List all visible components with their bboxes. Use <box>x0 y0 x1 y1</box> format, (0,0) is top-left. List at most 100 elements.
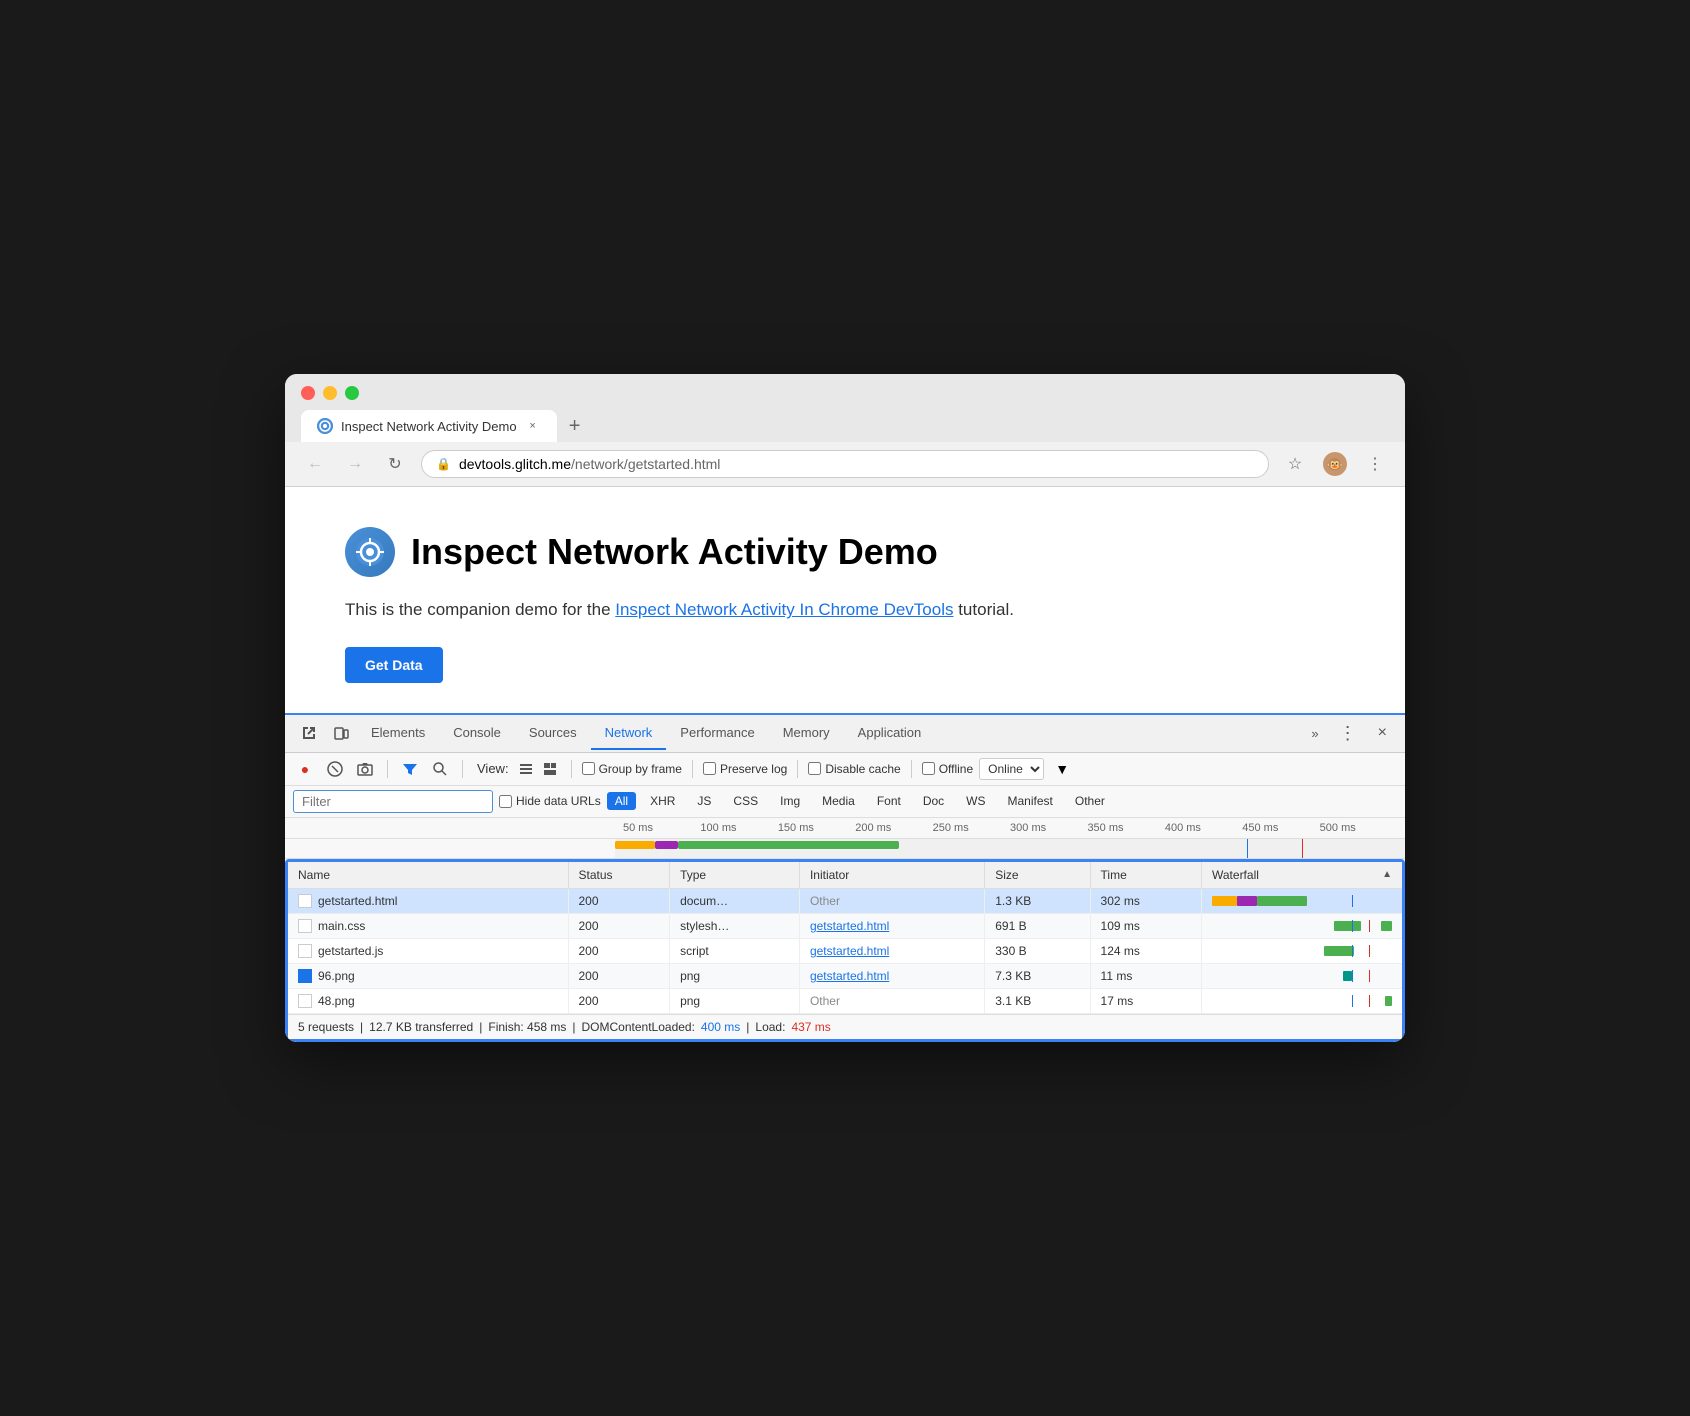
file-icon <box>298 994 312 1008</box>
tab-console[interactable]: Console <box>439 717 515 750</box>
profile-button[interactable]: 🐵 <box>1321 450 1349 478</box>
offline-input[interactable] <box>922 762 935 775</box>
file-icon <box>298 919 312 933</box>
screenshot-button[interactable] <box>353 757 377 781</box>
view-label: View: <box>477 761 509 776</box>
tab-application[interactable]: Application <box>844 717 936 750</box>
reload-button[interactable]: ↻ <box>381 450 409 478</box>
row-name-cell: 96.png <box>288 963 568 988</box>
devtools-menu-button[interactable]: ⋮ <box>1329 715 1368 752</box>
lock-icon: 🔒 <box>436 457 451 471</box>
tab-elements[interactable]: Elements <box>357 717 439 750</box>
toolbar-divider-2 <box>462 760 463 778</box>
url-path: /network/getstarted.html <box>571 456 720 472</box>
preserve-log-input[interactable] <box>703 762 716 775</box>
network-requests-panel: Name Status Type Initiator Size <box>285 859 1405 1042</box>
row-name-cell: main.css <box>288 913 568 938</box>
row-status-cell: 200 <box>568 938 670 963</box>
initiator-link[interactable]: getstarted.html <box>810 969 889 983</box>
filter-type-all[interactable]: All <box>607 792 636 810</box>
preserve-log-checkbox[interactable]: Preserve log <box>703 762 787 776</box>
disable-cache-input[interactable] <box>808 762 821 775</box>
filter-type-manifest[interactable]: Manifest <box>1000 792 1061 810</box>
filter-toggle-button[interactable] <box>398 757 422 781</box>
devtools-link[interactable]: Inspect Network Activity In Chrome DevTo… <box>615 600 953 619</box>
initiator-link[interactable]: getstarted.html <box>810 919 889 933</box>
table-row[interactable]: main.css 200 stylesh… getstarted.html 69… <box>288 913 1402 938</box>
title-bar: Inspect Network Activity Demo × + <box>285 374 1405 442</box>
tab-memory[interactable]: Memory <box>769 717 844 750</box>
col-header-initiator: Initiator <box>799 862 984 889</box>
new-tab-button[interactable]: + <box>561 412 589 440</box>
tree-view-button[interactable] <box>539 758 561 780</box>
throttle-dropdown-icon[interactable]: ▼ <box>1050 757 1074 781</box>
table-row[interactable]: 96.png 200 png getstarted.html 7.3 KB 11… <box>288 963 1402 988</box>
url-domain: devtools.glitch.me <box>459 456 571 472</box>
table-row[interactable]: getstarted.js 200 script getstarted.html… <box>288 938 1402 963</box>
filter-type-media[interactable]: Media <box>814 792 863 810</box>
col-header-size: Size <box>985 862 1090 889</box>
active-tab[interactable]: Inspect Network Activity Demo × <box>301 410 557 442</box>
filter-type-xhr[interactable]: XHR <box>642 792 683 810</box>
row-name-cell: getstarted.js <box>288 938 568 963</box>
filter-type-doc[interactable]: Doc <box>915 792 952 810</box>
row-initiator-cell: getstarted.html <box>799 963 984 988</box>
tab-favicon <box>317 418 333 434</box>
row-size-cell: 691 B <box>985 913 1090 938</box>
separator-4: | <box>746 1020 749 1034</box>
url-bar[interactable]: 🔒 devtools.glitch.me/network/getstarted.… <box>421 450 1269 478</box>
clear-button[interactable] <box>323 757 347 781</box>
toolbar-divider-1 <box>387 760 388 778</box>
list-view-button[interactable] <box>515 758 537 780</box>
tab-close-button[interactable]: × <box>525 418 541 434</box>
filter-input[interactable] <box>293 790 493 813</box>
tab-network[interactable]: Network <box>591 717 667 750</box>
get-data-button[interactable]: Get Data <box>345 647 443 683</box>
description-prefix: This is the companion demo for the <box>345 600 615 619</box>
minimize-button[interactable] <box>323 386 337 400</box>
file-icon <box>298 944 312 958</box>
row-initiator-cell: getstarted.html <box>799 913 984 938</box>
tab-sources[interactable]: Sources <box>515 717 591 750</box>
back-button[interactable]: ← <box>301 450 329 478</box>
browser-menu-button[interactable]: ⋮ <box>1361 450 1389 478</box>
more-tabs-button[interactable]: » <box>1301 718 1328 749</box>
search-button[interactable] <box>428 757 452 781</box>
filter-type-css[interactable]: CSS <box>725 792 766 810</box>
filter-type-img[interactable]: Img <box>772 792 808 810</box>
inspect-element-icon[interactable] <box>295 719 323 747</box>
browser-window: Inspect Network Activity Demo × + ← → ↻ … <box>285 374 1405 1042</box>
hide-data-urls-input[interactable] <box>499 795 512 808</box>
row-waterfall-cell <box>1202 988 1403 1013</box>
devtools-close-button[interactable]: × <box>1368 716 1397 750</box>
network-toolbar: ● <box>285 753 1405 786</box>
hide-data-urls-checkbox[interactable]: Hide data URLs <box>499 794 601 808</box>
initiator-link[interactable]: getstarted.html <box>810 944 889 958</box>
dom-content-loaded-value: 400 ms <box>701 1020 740 1034</box>
view-icons <box>515 758 561 780</box>
filter-type-ws[interactable]: WS <box>958 792 993 810</box>
tab-performance[interactable]: Performance <box>666 717 768 750</box>
row-type-cell: stylesh… <box>670 913 800 938</box>
offline-checkbox[interactable]: Offline <box>922 762 973 776</box>
filter-type-js[interactable]: JS <box>689 792 719 810</box>
record-button[interactable]: ● <box>293 757 317 781</box>
device-toolbar-icon[interactable] <box>327 719 355 747</box>
disable-cache-checkbox[interactable]: Disable cache <box>808 762 900 776</box>
filter-type-other[interactable]: Other <box>1067 792 1113 810</box>
group-by-frame-checkbox[interactable]: Group by frame <box>582 762 682 776</box>
bookmark-button[interactable]: ☆ <box>1281 450 1309 478</box>
group-by-frame-input[interactable] <box>582 762 595 775</box>
close-button[interactable] <box>301 386 315 400</box>
transferred-size: 12.7 KB transferred <box>369 1020 473 1034</box>
forward-button[interactable]: → <box>341 450 369 478</box>
file-icon-image <box>298 969 312 983</box>
table-row[interactable]: 48.png 200 png Other 3.1 KB 17 ms <box>288 988 1402 1013</box>
row-type-cell: png <box>670 963 800 988</box>
timeline-labels: 50 ms 100 ms 150 ms 200 ms 250 ms 300 ms… <box>623 822 1397 834</box>
table-row[interactable]: getstarted.html 200 docum… Other 1.3 KB … <box>288 888 1402 913</box>
timeline-150ms: 150 ms <box>778 822 855 834</box>
throttle-select[interactable]: Online <box>979 758 1044 780</box>
filter-type-font[interactable]: Font <box>869 792 909 810</box>
maximize-button[interactable] <box>345 386 359 400</box>
